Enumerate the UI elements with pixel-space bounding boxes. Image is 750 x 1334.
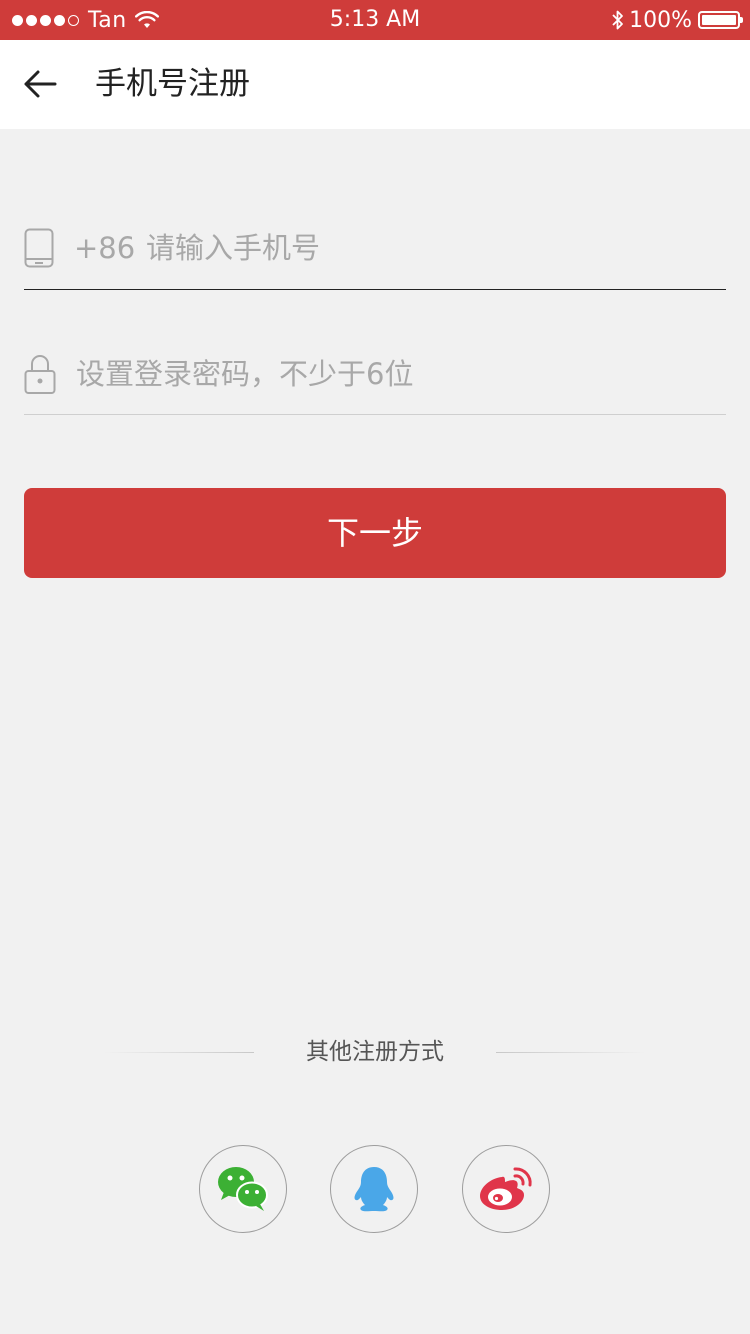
phone-input[interactable]: [146, 218, 706, 278]
phone-icon: [24, 218, 54, 278]
page-title: 手机号注册: [95, 66, 250, 102]
bluetooth-icon: [611, 9, 625, 31]
weibo-register-button[interactable]: [462, 1145, 550, 1233]
password-field-underline: [24, 414, 726, 415]
status-right: 100%: [611, 0, 743, 40]
qq-icon: [354, 1167, 394, 1212]
country-code[interactable]: +86: [74, 218, 135, 278]
battery-percent: 100%: [629, 7, 692, 33]
password-input[interactable]: [76, 344, 696, 404]
divider-right: [496, 1052, 646, 1053]
nav-bar: 手机号注册: [0, 40, 750, 129]
wechat-register-button[interactable]: [199, 1145, 287, 1233]
qq-register-button[interactable]: [330, 1145, 418, 1233]
phone-field: +86: [24, 218, 726, 278]
next-button[interactable]: 下一步: [24, 488, 726, 578]
arrow-left-icon: [24, 70, 57, 98]
back-button[interactable]: [18, 62, 62, 106]
lock-icon: [24, 344, 56, 404]
status-bar: Tan 5:13 AM 100%: [0, 0, 750, 40]
password-field: [24, 344, 726, 404]
battery-icon: [698, 11, 743, 29]
weibo-icon: [480, 1167, 532, 1210]
wechat-icon: [218, 1167, 268, 1211]
phone-field-underline: [24, 289, 726, 290]
